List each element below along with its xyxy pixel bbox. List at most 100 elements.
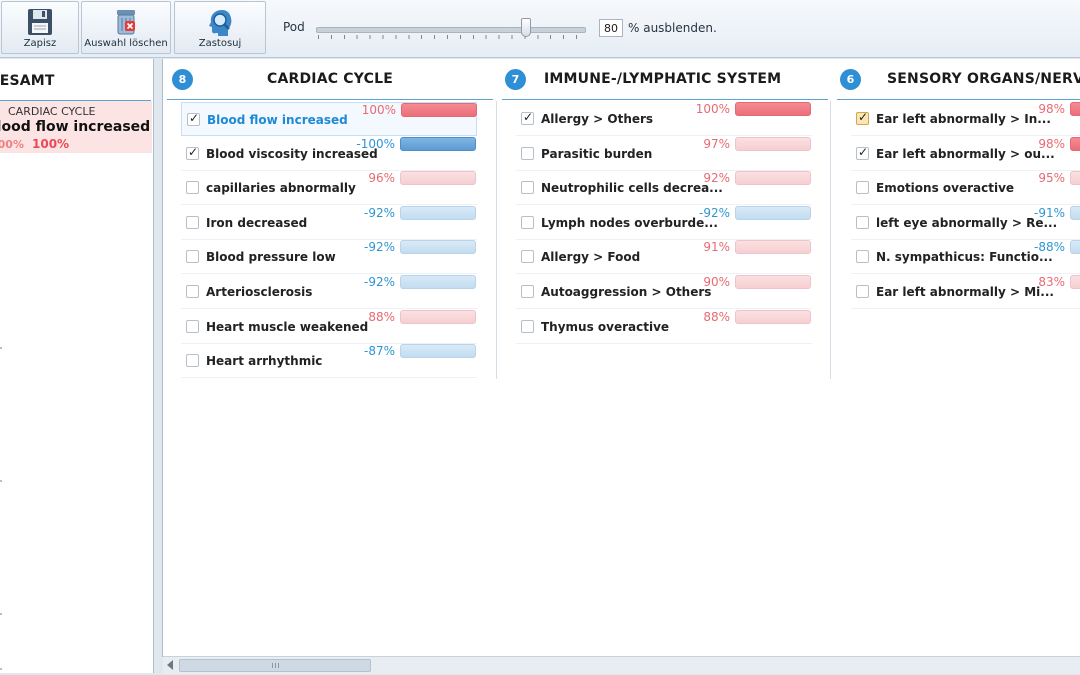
- row-percent: -100%: [356, 136, 395, 151]
- row-checkbox[interactable]: [521, 285, 534, 298]
- summary-panel: GESAMT CARDIAC CYCLE Blood flow increase…: [0, 59, 154, 673]
- row-level-bar: [400, 344, 476, 359]
- apply-head-icon: [209, 10, 232, 36]
- row-checkbox[interactable]: [856, 110, 869, 125]
- row-level-bar: [400, 240, 476, 255]
- row-percent: 98%: [1038, 136, 1065, 151]
- result-row[interactable]: Emotions overactive 95%: [851, 171, 1080, 206]
- summary-item-category: CARDIAC CYCLE: [8, 105, 96, 118]
- result-row[interactable]: Heart arrhythmic -87%: [181, 344, 477, 379]
- tick-mark: [0, 347, 2, 349]
- category-column: 8CARDIAC CYCLEBlood flow increased100%Bl…: [163, 59, 497, 381]
- result-row[interactable]: Iron decreased -92%: [181, 205, 477, 240]
- row-level-bar: [400, 136, 476, 151]
- row-label: Parasitic burden: [541, 146, 653, 161]
- result-row[interactable]: Thymus overactive 88%: [516, 309, 812, 344]
- result-row[interactable]: Heart muscle weakened 88%: [181, 309, 477, 344]
- row-checkbox[interactable]: [186, 215, 199, 229]
- category-count-badge: 7: [505, 69, 526, 90]
- category-divider: [167, 99, 493, 100]
- row-level-bar: [400, 275, 476, 289]
- result-row[interactable]: Blood pressure low -92%: [181, 240, 477, 275]
- row-checkbox[interactable]: [521, 181, 534, 195]
- delete-selection-icon: [117, 10, 135, 35]
- row-level-bar: [1070, 102, 1080, 116]
- row-label: Heart arrhythmic: [206, 354, 323, 369]
- horizontal-scrollbar[interactable]: [163, 656, 1080, 674]
- row-level-bar: [735, 136, 811, 151]
- category-title: CARDIAC CYCLE: [267, 71, 393, 87]
- row-checkbox[interactable]: [856, 285, 869, 298]
- result-row[interactable]: Lymph nodes overburde... -92%: [516, 205, 812, 240]
- category-title: SENSORY ORGANS/NERV: [887, 71, 1080, 87]
- row-checkbox[interactable]: [186, 181, 199, 195]
- row-checkbox[interactable]: [856, 215, 869, 229]
- result-row[interactable]: left eye abnormally > Re... -91%: [851, 205, 1080, 240]
- result-row[interactable]: Allergy > Food 91%: [516, 240, 812, 275]
- category-column: 6 SENSORY ORGANS/NERV Ear left abnormally …: [833, 59, 1080, 381]
- row-checkbox[interactable]: [521, 319, 534, 333]
- category-title: IMMUNE-/LYMPHATIC SYSTEM: [544, 71, 782, 87]
- row-checkbox[interactable]: [186, 319, 199, 333]
- result-row[interactable]: Parasitic burden 97%: [516, 136, 812, 171]
- slider-ticks: [318, 35, 584, 39]
- result-row[interactable]: capillaries abnormally 96%: [181, 171, 477, 206]
- summary-item-name: Blood flow increased: [0, 119, 151, 135]
- tick-mark: [0, 480, 2, 482]
- row-percent: 92%: [703, 171, 730, 186]
- row-checkbox[interactable]: [521, 110, 534, 125]
- row-checkbox[interactable]: [856, 181, 869, 195]
- row-level-bar: [735, 171, 811, 186]
- threshold-input[interactable]: 80: [599, 19, 623, 37]
- result-row[interactable]: Blood flow increased 100%: [181, 102, 477, 136]
- floppy-disk-icon: [28, 9, 52, 35]
- row-percent: -87%: [363, 344, 395, 359]
- row-percent: 100%: [361, 103, 396, 117]
- result-row[interactable]: Blood viscosity increased-100%: [181, 136, 477, 171]
- row-checkbox[interactable]: [186, 250, 199, 264]
- row-percent: 91%: [703, 240, 730, 255]
- result-row[interactable]: Ear left abnormally > In...98%: [851, 102, 1080, 136]
- pod-label: Pod: [283, 20, 305, 34]
- apply-button-label: Zastosuj: [198, 38, 242, 49]
- row-checkbox[interactable]: [521, 146, 534, 160]
- row-checkbox[interactable]: [186, 354, 199, 368]
- row-percent: -88%: [1033, 240, 1065, 255]
- hide-percent-label: % ausblenden.: [628, 21, 717, 35]
- threshold-slider[interactable]: [316, 18, 586, 40]
- category-divider: [502, 99, 828, 100]
- category-count-badge: 6: [840, 69, 861, 90]
- row-percent: 83%: [1038, 275, 1065, 289]
- row-checkbox[interactable]: [856, 250, 869, 264]
- result-row[interactable]: Allergy > Others 100%: [516, 102, 812, 136]
- row-label: Arteriosclerosis: [206, 285, 313, 299]
- row-checkbox[interactable]: [186, 145, 199, 160]
- row-level-bar: [400, 171, 476, 186]
- row-checkbox[interactable]: [521, 250, 534, 264]
- result-row[interactable]: N. sympathicus: Functio... -88%: [851, 240, 1080, 275]
- row-level-bar: [400, 205, 476, 220]
- row-checkbox[interactable]: [186, 285, 199, 298]
- result-row[interactable]: Arteriosclerosis -92%: [181, 275, 477, 309]
- slider-track: [316, 27, 586, 33]
- clear-selection-button[interactable]: Auswahl löschen: [81, 1, 171, 54]
- scroll-left-icon[interactable]: [167, 660, 173, 670]
- summary-item[interactable]: CARDIAC CYCLE Blood flow increased 100% …: [0, 101, 152, 153]
- category-count-badge: 8: [172, 69, 193, 90]
- result-row[interactable]: Neutrophilic cells decrea... 92%: [516, 171, 812, 206]
- save-button[interactable]: Zapisz: [1, 1, 79, 54]
- summary-item-pct: 100%: [32, 137, 70, 151]
- result-row[interactable]: Ear left abnormally > Mi... 83%: [851, 275, 1080, 309]
- row-checkbox[interactable]: [187, 111, 200, 126]
- row-checkbox[interactable]: [856, 145, 869, 160]
- result-row[interactable]: Ear left abnormally > ou...98%: [851, 136, 1080, 171]
- result-row[interactable]: Autoaggression > Others 90%: [516, 275, 812, 309]
- scrollbar-thumb[interactable]: [179, 659, 371, 672]
- row-label: Blood flow increased: [207, 113, 348, 127]
- apply-button[interactable]: Zastosuj: [174, 1, 266, 54]
- row-checkbox[interactable]: [521, 215, 534, 229]
- row-label: capillaries abnormally: [206, 181, 356, 196]
- slider-thumb[interactable]: [520, 18, 531, 37]
- row-percent: 100%: [695, 102, 730, 116]
- category-divider: [837, 99, 1080, 100]
